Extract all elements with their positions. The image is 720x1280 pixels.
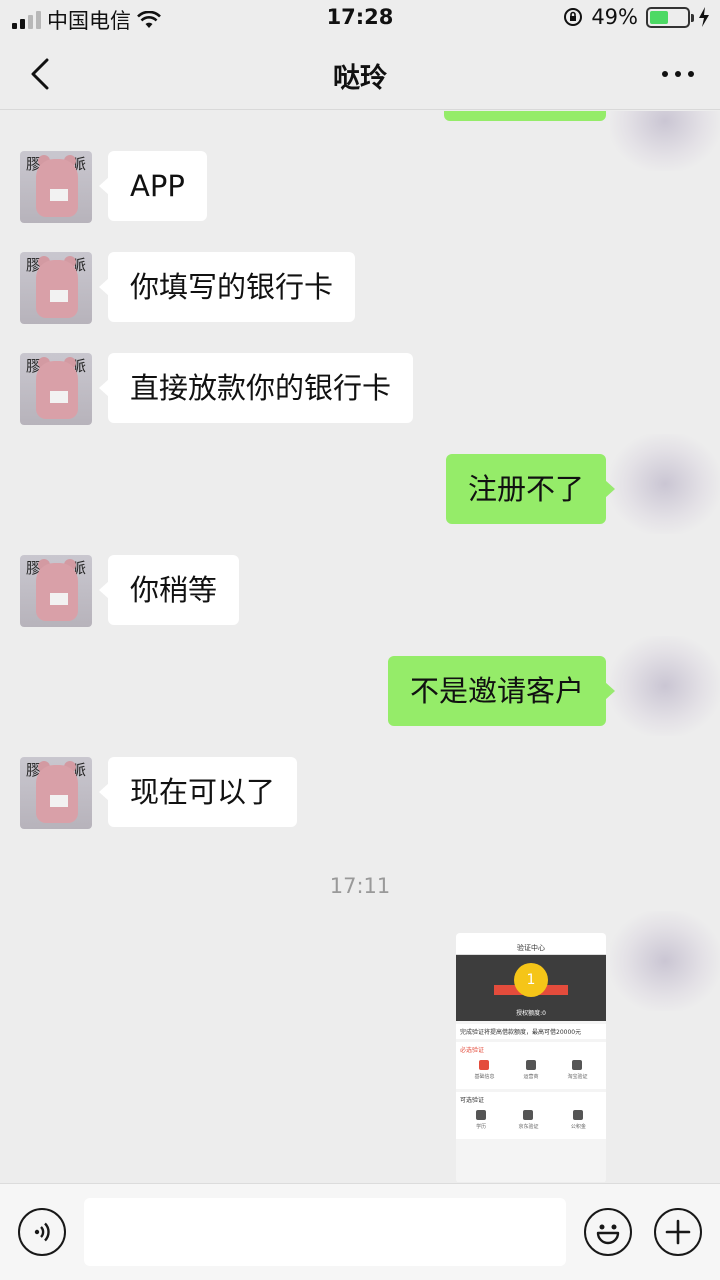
thumb-item: 淘宝验证 [567, 1074, 588, 1080]
chat-header: 哒玲 [0, 38, 720, 110]
voice-icon [34, 1222, 50, 1242]
message-bubble[interactable]: 直接放款你的银行卡 [98, 353, 414, 423]
status-bar: 中国电信 17:28 49% [0, 0, 720, 38]
more-button[interactable] [656, 60, 700, 88]
contact-avatar[interactable]: 膠 眽 [20, 252, 92, 324]
battery-icon [646, 6, 694, 28]
contact-avatar[interactable]: 膠 眽 [20, 555, 92, 627]
thumb-item: 基础信息 [474, 1074, 495, 1080]
thumb-coin: 1 [514, 963, 548, 997]
input-bar [0, 1183, 720, 1280]
message-list[interactable]: 膠 眽 APP 膠 眽 你填写的银行卡 膠 眽 直接放款你的银行卡 注册不了 膠… [0, 111, 720, 1182]
chat-title: 哒玲 [333, 63, 387, 94]
self-avatar[interactable] [610, 111, 720, 171]
plus-icon [665, 1219, 691, 1245]
image-message[interactable]: 验证中心 1 授权额度:0 完成验证将提高借款额度，最高可借20000元 必选验… [456, 933, 606, 1182]
emoji-button[interactable] [584, 1208, 632, 1256]
emoji-icon [596, 1224, 620, 1245]
timestamp: 17:11 [329, 874, 391, 898]
contact-avatar[interactable]: 膠 眽 [20, 757, 92, 829]
message-bubble[interactable]: 注册不了 [445, 454, 616, 524]
add-button[interactable] [654, 1208, 702, 1256]
thumb-required-title: 必选验证 [460, 1047, 485, 1054]
message-bubble[interactable]: 不是邀请客户 [387, 656, 616, 726]
voice-button[interactable] [18, 1208, 66, 1256]
thumb-item: 运营商 [523, 1074, 539, 1080]
battery-percent: 49% [591, 5, 638, 29]
message-input[interactable] [84, 1198, 566, 1266]
thumb-title: 验证中心 [456, 941, 606, 955]
thumb-notice: 完成验证将提高借款额度，最高可借20000元 [456, 1024, 606, 1039]
self-avatar[interactable] [610, 911, 720, 1011]
message-bubble[interactable]: APP [99, 151, 207, 221]
previous-message-bubble[interactable] [444, 111, 606, 121]
message-bubble[interactable]: 你稍等 [98, 555, 240, 625]
message-bubble[interactable]: 现在可以了 [98, 757, 298, 827]
thumb-quota: 授权额度:0 [516, 1010, 546, 1017]
contact-avatar[interactable]: 膠 眽 [20, 353, 92, 425]
orientation-lock-icon [564, 8, 583, 26]
thumb-item: 公积金 [570, 1124, 586, 1130]
message-bubble[interactable]: 你填写的银行卡 [98, 252, 356, 322]
thumb-optional-title: 可选验证 [460, 1097, 485, 1104]
self-avatar[interactable] [610, 636, 720, 736]
thumb-item: 京东验证 [518, 1124, 539, 1130]
self-avatar[interactable] [610, 434, 720, 534]
charging-icon [699, 7, 709, 27]
contact-avatar[interactable]: 膠 眽 [20, 151, 92, 223]
thumb-item: 学历 [476, 1124, 487, 1130]
